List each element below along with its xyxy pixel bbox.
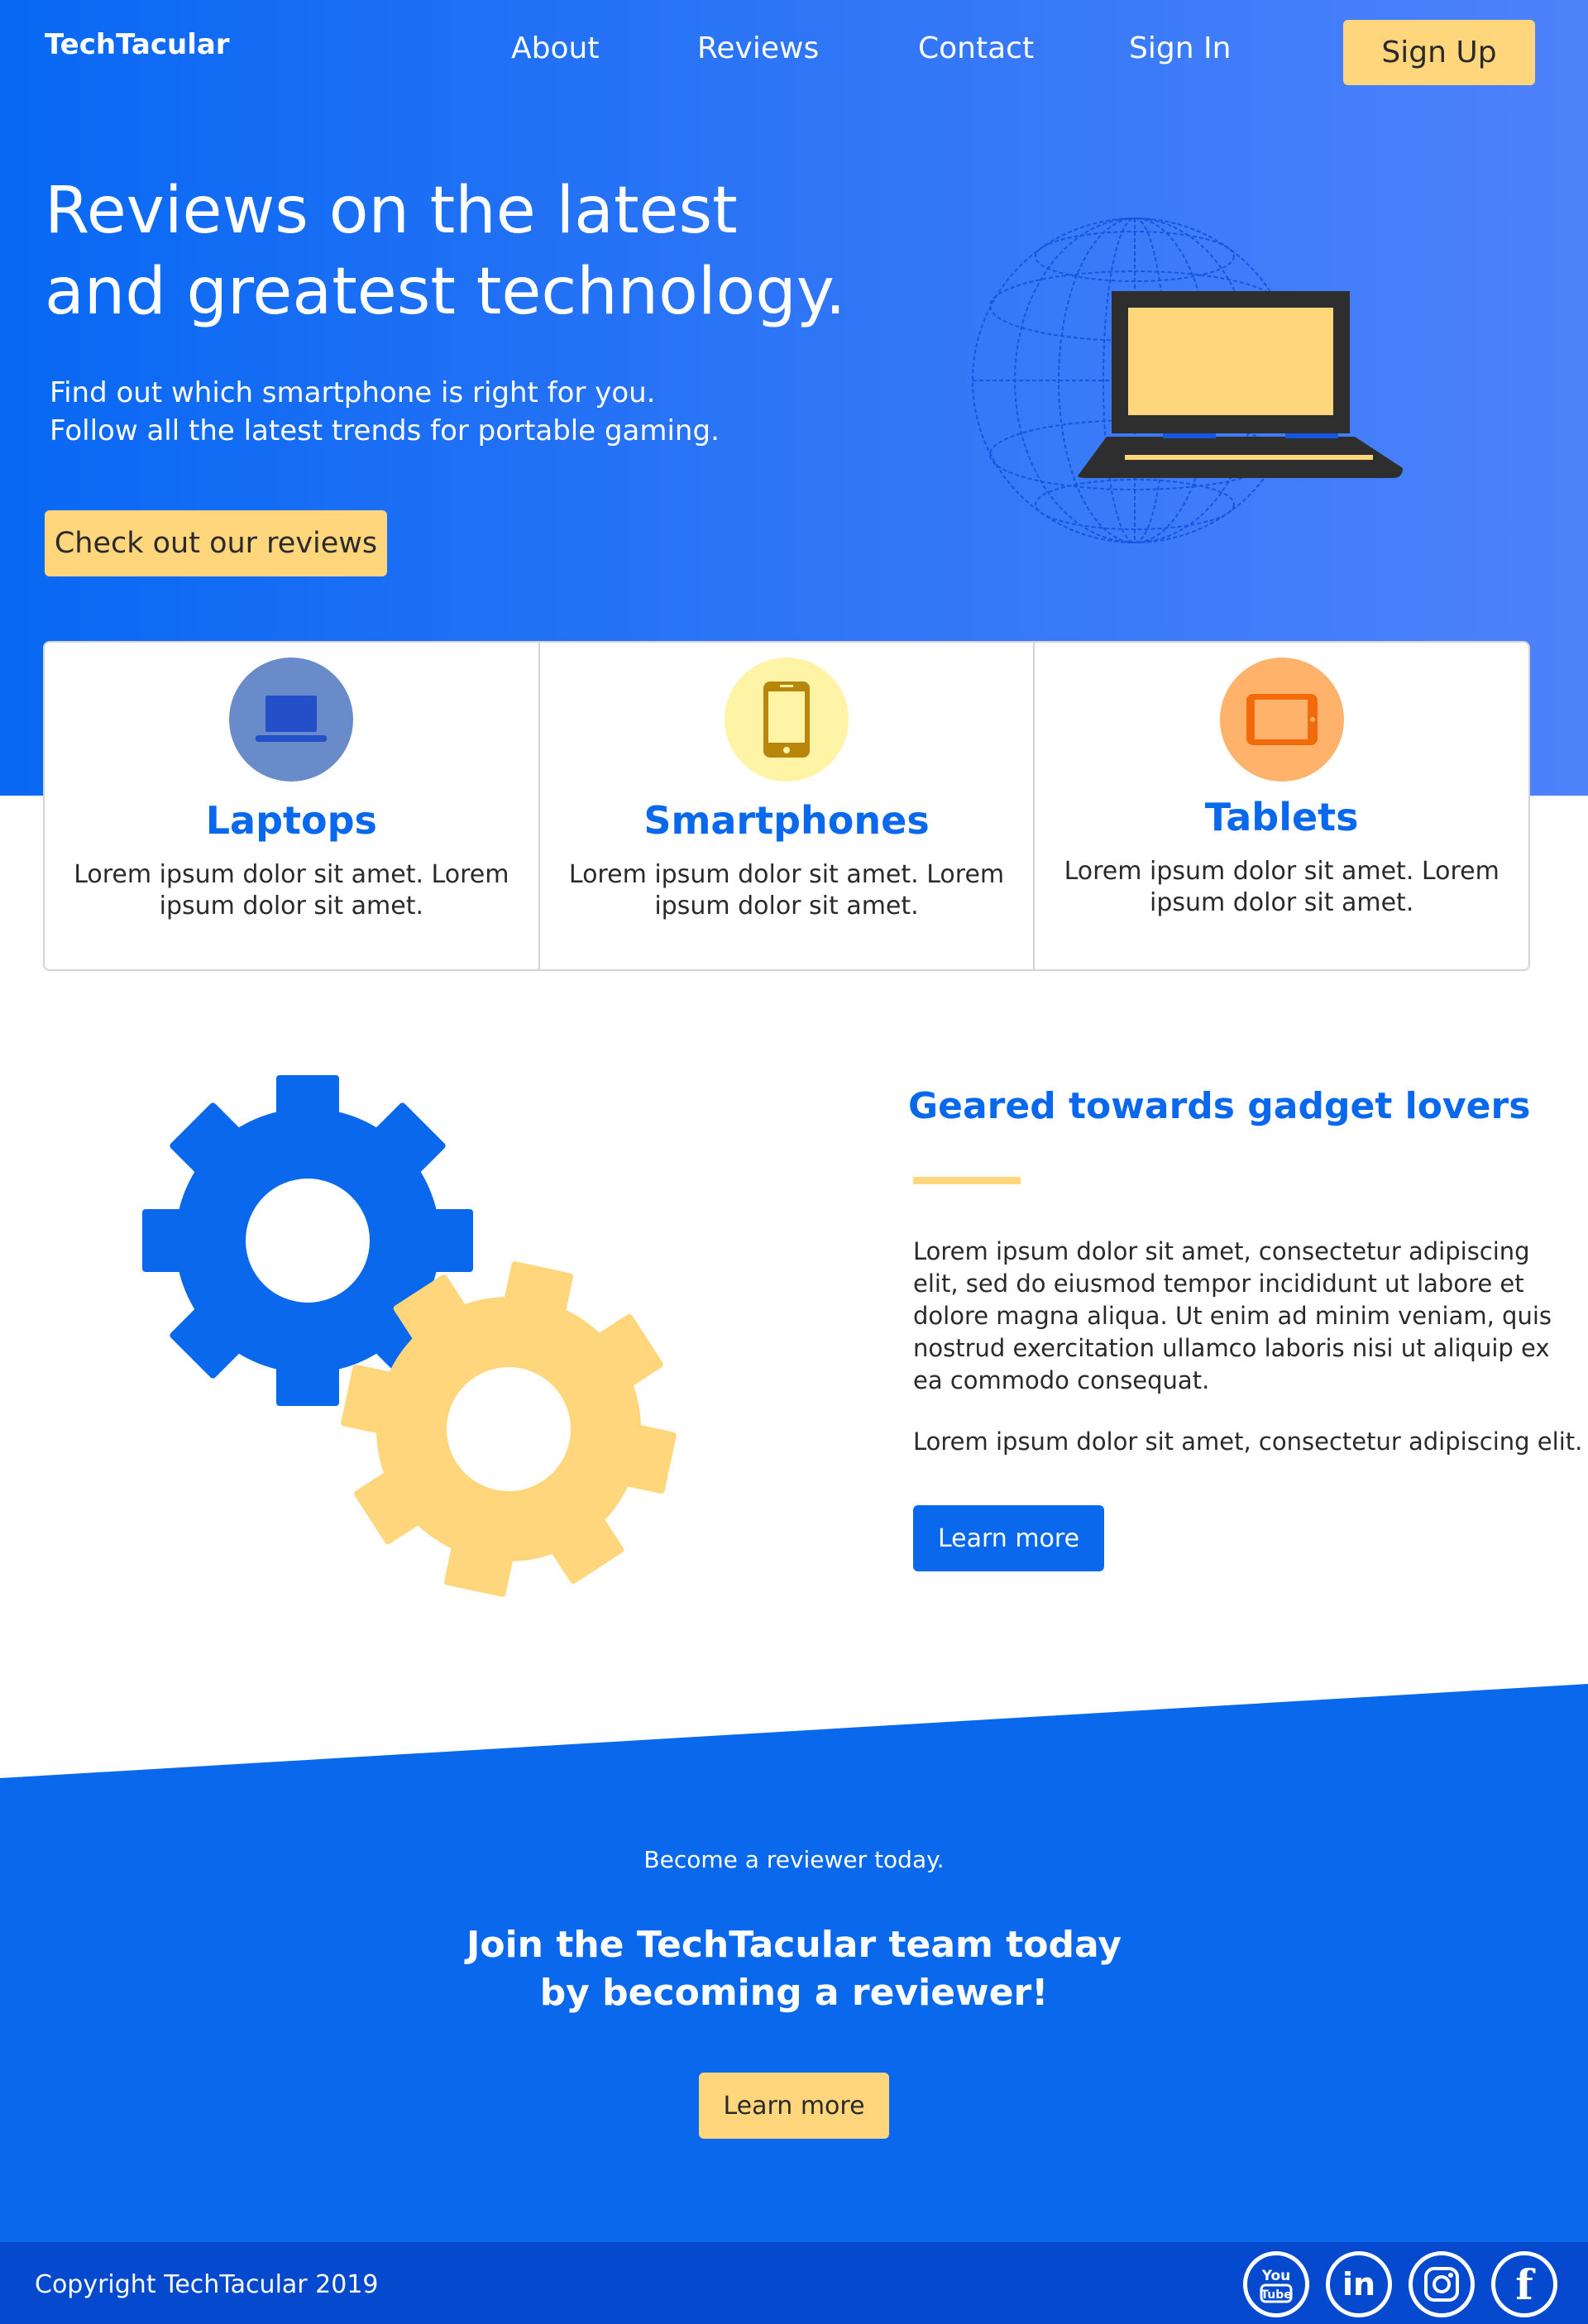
nav-link-sign-in[interactable]: Sign In	[1129, 31, 1231, 65]
nav-link-reviews[interactable]: Reviews	[697, 31, 819, 65]
facebook-icon[interactable]: f	[1491, 2251, 1557, 2317]
site-logo[interactable]: TechTacular	[45, 28, 230, 61]
feature-title: Geared towards gadget lovers	[908, 1085, 1531, 1127]
nav-link-about[interactable]: About	[511, 31, 599, 65]
category-description: Lorem ipsum dolor sit amet. Lorem ipsum …	[74, 860, 509, 921]
category-card-tablets[interactable]: Tablets Lorem ipsum dolor sit amet. Lore…	[1035, 643, 1528, 969]
svg-text:You: You	[1261, 2268, 1291, 2284]
laptop-icon	[1078, 291, 1403, 478]
category-description: Lorem ipsum dolor sit amet. Lorem ipsum …	[1064, 857, 1500, 917]
category-title: Smartphones	[643, 798, 930, 843]
hero-title: Reviews on the latest and greatest techn…	[45, 170, 872, 332]
youtube-icon[interactable]: You Tube	[1243, 2251, 1309, 2317]
category-card-smartphones[interactable]: Smartphones Lorem ipsum dolor sit amet. …	[540, 643, 1036, 969]
category-title: Laptops	[205, 798, 377, 843]
hero-subtitle-line: Follow all the latest trends for portabl…	[50, 414, 720, 447]
footer: Copyright TechTacular 2019 You Tube in f	[0, 2242, 1588, 2324]
nav-link-contact[interactable]: Contact	[918, 31, 1034, 65]
hero-subtitle: Find out which smartphone is right for y…	[50, 374, 794, 450]
smartphone-icon	[725, 658, 849, 782]
feature-learn-more-button[interactable]: Learn more	[913, 1505, 1104, 1571]
svg-text:Tube: Tube	[1260, 2288, 1292, 2302]
feature-divider	[913, 1177, 1021, 1184]
gears-illustration	[142, 1075, 677, 1597]
join-title: Join the TechTacular team today by becom…	[0, 1921, 1588, 2017]
category-description: Lorem ipsum dolor sit amet. Lorem ipsum …	[568, 860, 1005, 921]
join-title-line: by becoming a reviewer!	[539, 1972, 1049, 2014]
tablet-icon	[1219, 658, 1344, 782]
feature-paragraph: Lorem ipsum dolor sit amet, consectetur …	[913, 1237, 1552, 1394]
globe-laptop-illustration	[972, 218, 1403, 543]
join-learn-more-button[interactable]: Learn more	[699, 2073, 889, 2139]
sign-up-button[interactable]: Sign Up	[1343, 20, 1535, 85]
feature-paragraph: Lorem ipsum dolor sit amet, consectetur …	[913, 1427, 1583, 1456]
join-title-line: Join the TechTacular team today	[466, 1924, 1122, 1966]
category-title: Tablets	[1204, 795, 1359, 839]
join-tagline: Become a reviewer today.	[643, 1846, 945, 1873]
hero-title-line: and greatest technology.	[45, 255, 846, 329]
linkedin-icon[interactable]: in	[1326, 2251, 1392, 2317]
category-card-laptops[interactable]: Laptops Lorem ipsum dolor sit amet. Lore…	[45, 643, 540, 969]
hero-subtitle-line: Find out which smartphone is right for y…	[50, 376, 656, 409]
category-cards: Laptops Lorem ipsum dolor sit amet. Lore…	[43, 641, 1530, 971]
hero-title-line: Reviews on the latest	[45, 174, 738, 248]
laptop-icon	[229, 658, 354, 782]
copyright-text: Copyright TechTacular 2019	[35, 2270, 379, 2299]
instagram-icon[interactable]	[1409, 2251, 1475, 2317]
check-reviews-button[interactable]: Check out our reviews	[45, 510, 387, 576]
